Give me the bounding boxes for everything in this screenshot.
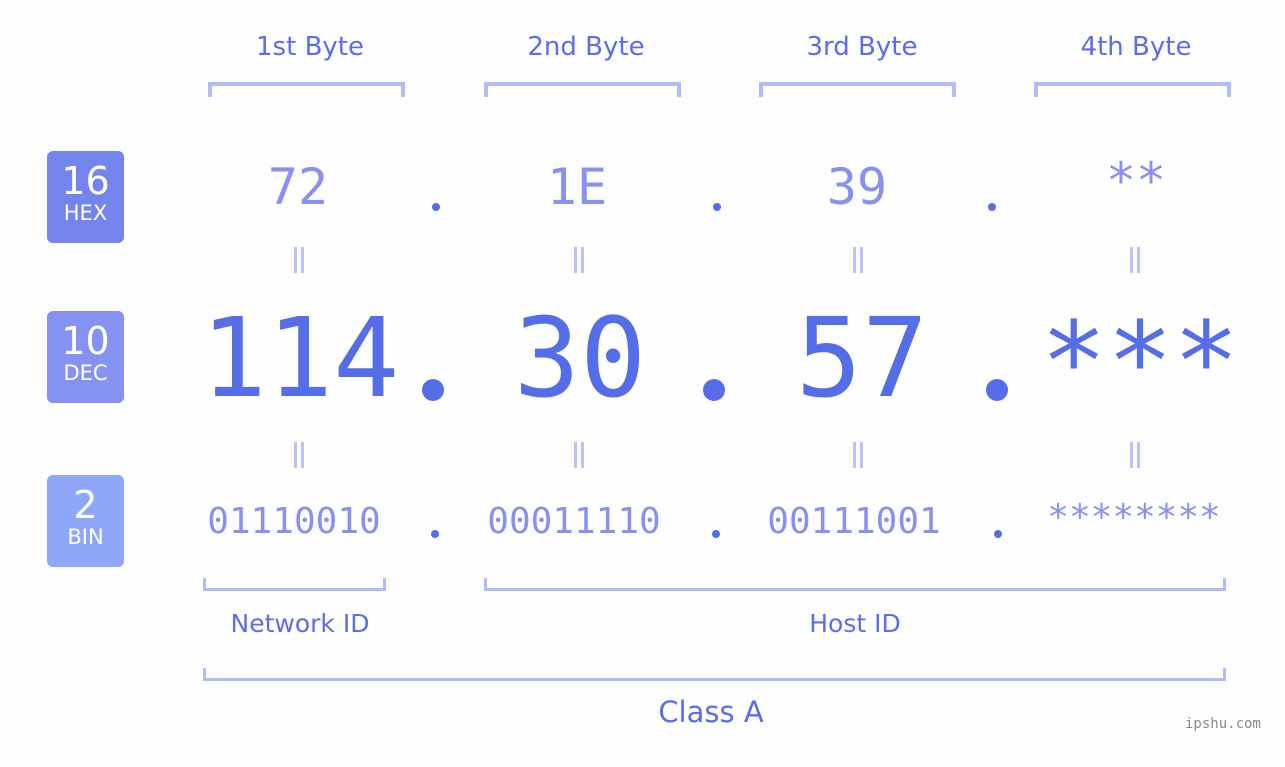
bin-badge-label: BIN [67, 525, 104, 549]
byte-header-4: 4th Byte [1080, 32, 1192, 62]
bin-separator-2 [712, 530, 720, 538]
byte-header-3: 3rd Byte [806, 32, 918, 62]
bin-badge: 2 BIN [47, 475, 124, 567]
equals-marker [1130, 247, 1140, 273]
hex-separator-3 [988, 203, 996, 211]
bin-badge-number: 2 [73, 483, 98, 527]
equals-marker [853, 442, 863, 468]
hex-badge-number: 16 [61, 159, 110, 203]
bin-separator-3 [994, 530, 1002, 538]
byte-bracket-1 [208, 82, 405, 97]
equals-marker [1130, 442, 1140, 468]
byte-header-2: 2nd Byte [527, 32, 645, 62]
hex-badge: 16 HEX [47, 151, 124, 243]
dec-byte-4: *** [1040, 298, 1240, 426]
dec-separator-2 [703, 379, 725, 401]
dec-badge: 10 DEC [47, 311, 124, 403]
hex-byte-2: 1E [546, 158, 608, 216]
hex-separator-2 [713, 203, 721, 211]
hex-byte-4: ** [1105, 152, 1167, 210]
bin-byte-2: 00011110 [487, 501, 661, 542]
dec-byte-2: 30 [513, 294, 647, 422]
hex-byte-1: 72 [267, 158, 329, 216]
bin-byte-1: 01110010 [207, 501, 381, 542]
bin-separator-1 [431, 530, 439, 538]
class-label: Class A [658, 695, 764, 729]
dec-separator-3 [986, 379, 1008, 401]
class-bracket [203, 668, 1226, 681]
bin-byte-3: 00111001 [767, 501, 941, 542]
dec-badge-number: 10 [61, 319, 110, 363]
dec-byte-3: 57 [795, 294, 929, 422]
dec-badge-label: DEC [63, 361, 108, 385]
dec-separator-1 [422, 379, 444, 401]
watermark: ipshu.com [1185, 716, 1261, 732]
equals-marker [294, 247, 304, 273]
bin-byte-4: ******** [1047, 497, 1221, 538]
byte-header-1: 1st Byte [256, 32, 364, 62]
dec-byte-1: 114 [200, 294, 400, 422]
network-id-label: Network ID [230, 609, 370, 638]
byte-bracket-4 [1034, 82, 1231, 97]
hex-separator-1 [432, 203, 440, 211]
equals-marker [853, 247, 863, 273]
equals-marker [574, 442, 584, 468]
host-id-bracket [484, 578, 1226, 591]
byte-bracket-3 [759, 82, 956, 97]
byte-bracket-2 [484, 82, 681, 97]
equals-marker [294, 442, 304, 468]
hex-byte-3: 39 [826, 158, 888, 216]
network-id-bracket [203, 578, 386, 591]
equals-marker [574, 247, 584, 273]
host-id-label: Host ID [809, 609, 901, 638]
hex-badge-label: HEX [63, 201, 108, 225]
